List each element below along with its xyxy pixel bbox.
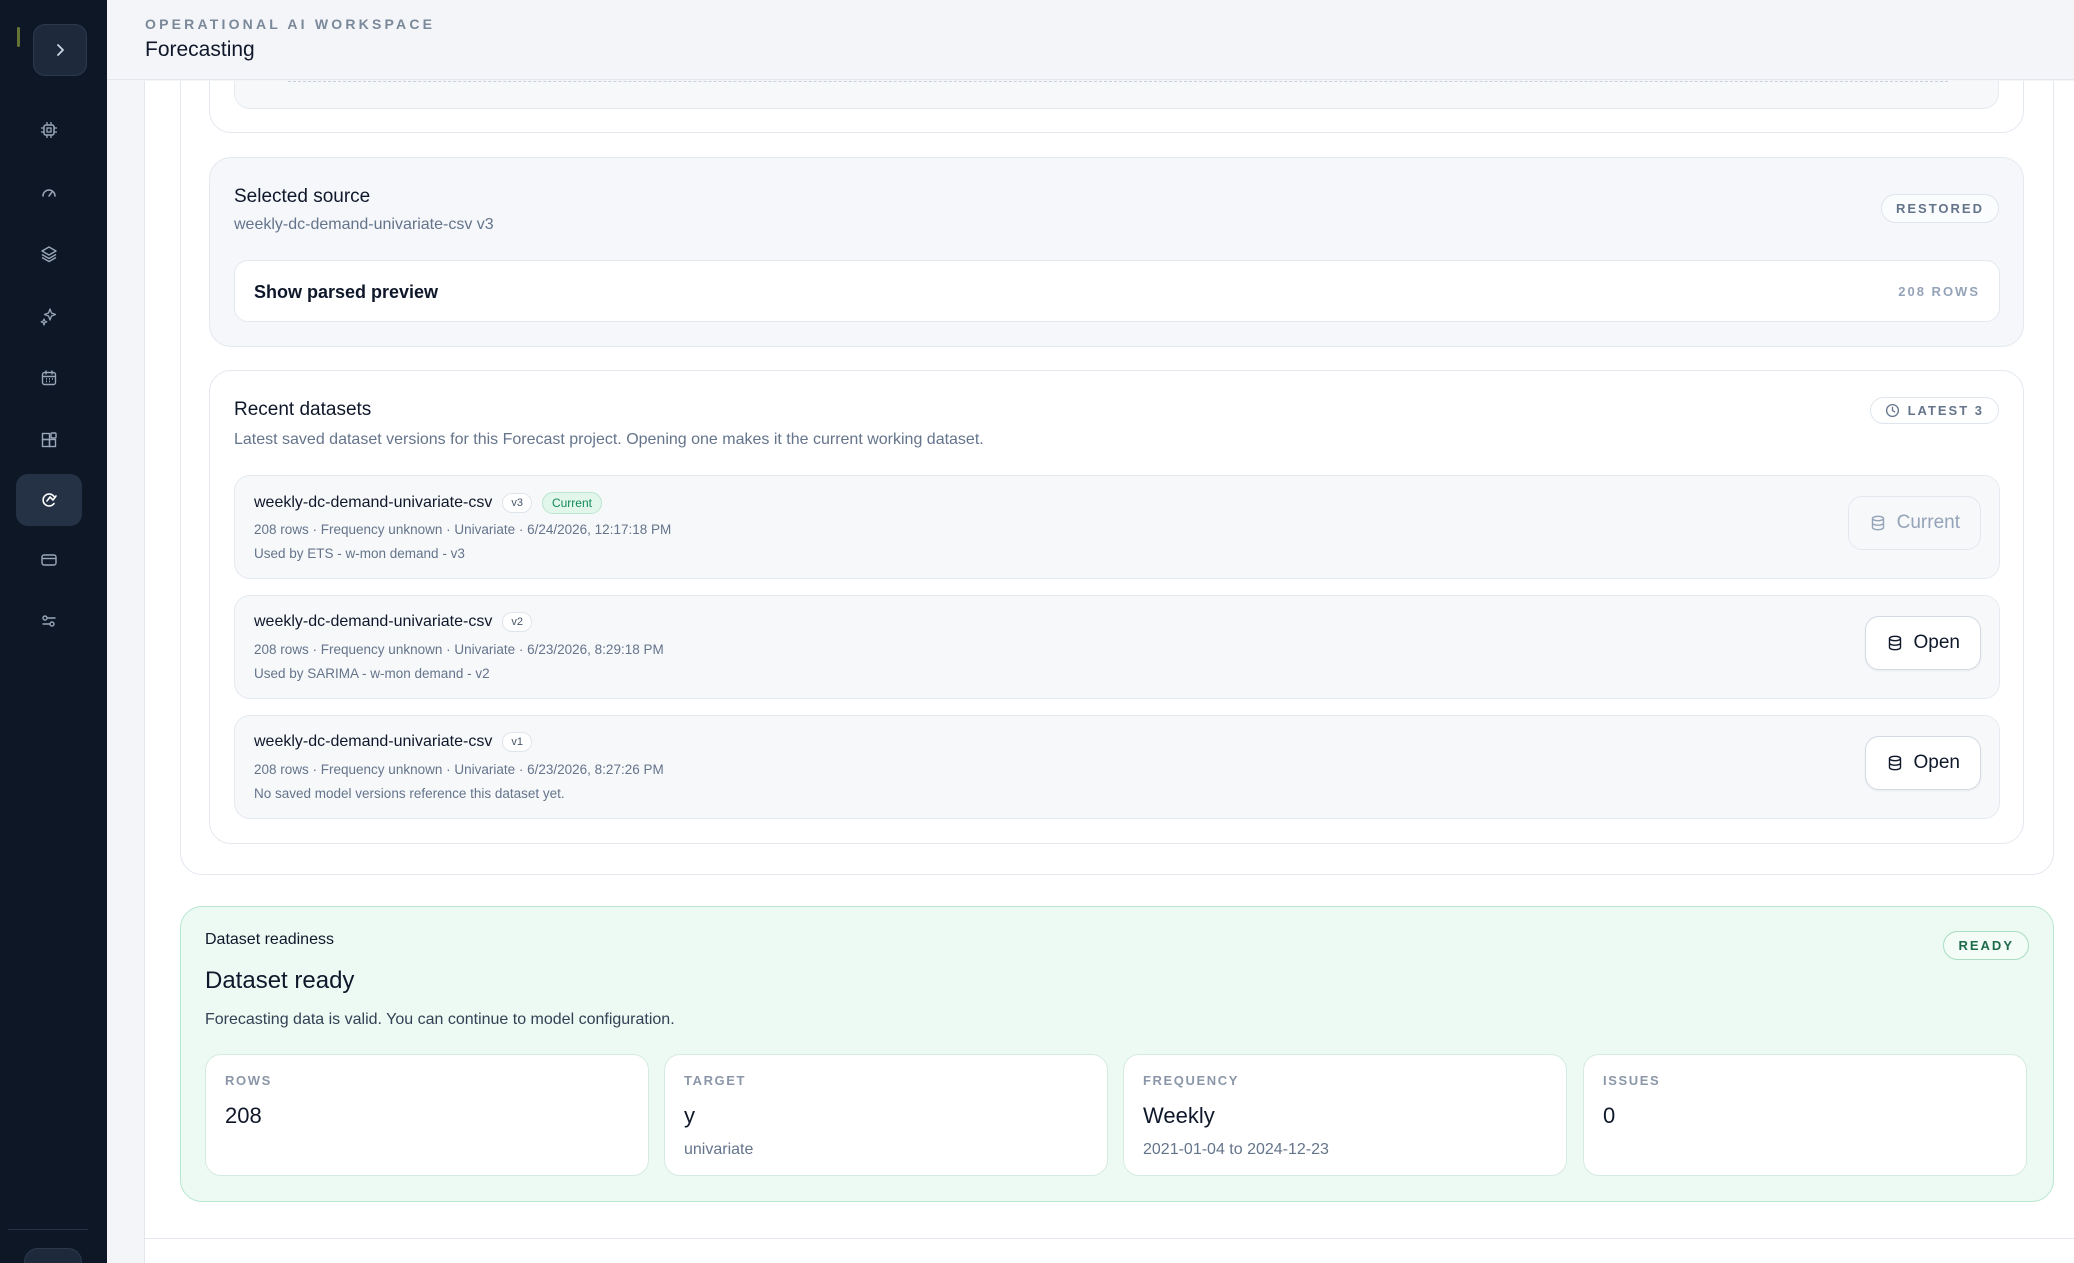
- current-dataset-button: Current: [1847, 496, 1981, 550]
- sidebar-item-settings[interactable]: [16, 595, 82, 647]
- selected-source-title: Selected source: [234, 186, 371, 207]
- page-title: Forecasting: [145, 38, 255, 61]
- dataset-row: weekly-dc-demand-univariate-csv v2 208 r…: [234, 595, 2000, 699]
- stat-label: ISSUES: [1603, 1073, 1661, 1088]
- sidebar-item-billing[interactable]: [16, 534, 82, 586]
- current-dataset-button-label: Current: [1896, 512, 1960, 533]
- dataset-usage: Used by SARIMA - w-mon demand - v2: [254, 666, 490, 681]
- latest-badge-label: LATEST 3: [1907, 403, 1984, 418]
- stat-value: Weekly: [1143, 1103, 1215, 1128]
- clock-icon: [1885, 403, 1899, 418]
- ready-status-badge: READY: [1943, 931, 2029, 960]
- stat-card-target: TARGET y univariate: [664, 1054, 1108, 1176]
- dataset-meta: 208 rows · Frequency unknown · Univariat…: [254, 642, 664, 657]
- open-dataset-button-label: Open: [1913, 752, 1960, 773]
- open-dataset-button[interactable]: Open: [1864, 736, 1981, 790]
- dataset-readiness-card: Dataset readiness Dataset ready Forecast…: [180, 906, 2054, 1202]
- version-badge: v3: [502, 493, 532, 513]
- dataset-name-line: weekly-dc-demand-univariate-csv v1: [254, 732, 532, 752]
- dataset-name-line: weekly-dc-demand-univariate-csv v3 Curre…: [254, 492, 602, 514]
- section-divider: [145, 1238, 2074, 1239]
- sidebar-item-models[interactable]: [16, 104, 82, 156]
- gauge-icon: [42, 189, 56, 197]
- stat-sub: univariate: [684, 1141, 754, 1158]
- database-icon: [1888, 755, 1901, 771]
- sidebar-toggle-button[interactable]: [33, 24, 87, 76]
- user-avatar[interactable]: [24, 1248, 82, 1263]
- stat-value: 208: [225, 1103, 262, 1128]
- upload-dropzone[interactable]: [234, 81, 1999, 109]
- dropzone-divider: [288, 81, 1948, 82]
- sidebar-divider: [8, 1229, 88, 1230]
- recent-datasets-description: Latest saved dataset versions for this F…: [234, 431, 984, 448]
- dataset-name: weekly-dc-demand-univariate-csv: [254, 613, 493, 630]
- database-icon: [1871, 515, 1884, 531]
- stat-sub: 2021-01-04 to 2024-12-23: [1143, 1141, 1329, 1158]
- dataset-row: weekly-dc-demand-univariate-csv v3 Curre…: [234, 475, 2000, 579]
- workspace-eyebrow: OPERATIONAL AI WORKSPACE: [145, 16, 436, 32]
- readiness-eyebrow: Dataset readiness: [205, 931, 334, 948]
- stat-value: y: [684, 1103, 695, 1128]
- recent-datasets-card: Recent datasets Latest saved dataset ver…: [209, 370, 2024, 844]
- sidebar-item-schedule[interactable]: [16, 352, 82, 404]
- sidebar-accent: [17, 27, 20, 47]
- sidebar-item-insights[interactable]: [16, 290, 82, 342]
- dataset-meta: 208 rows · Frequency unknown · Univariat…: [254, 522, 672, 537]
- stat-label: ROWS: [225, 1073, 272, 1088]
- sidebar-item-integrations[interactable]: [16, 414, 82, 466]
- parsed-preview-label: Show parsed preview: [254, 282, 439, 302]
- database-icon: [1888, 635, 1901, 651]
- latest-badge: LATEST 3: [1869, 397, 1999, 424]
- dataset-meta: 208 rows · Frequency unknown · Univariat…: [254, 762, 664, 777]
- stat-value: 0: [1603, 1103, 1616, 1128]
- dataset-usage: No saved model versions reference this d…: [254, 786, 565, 801]
- stat-label: FREQUENCY: [1143, 1073, 1240, 1088]
- stat-card-issues: ISSUES 0: [1583, 1054, 2027, 1176]
- chip-icon: [41, 122, 57, 138]
- sidebar-item-data[interactable]: [16, 228, 82, 280]
- main-content[interactable]: Selected source weekly-dc-demand-univari…: [107, 81, 2074, 1263]
- recent-datasets-title: Recent datasets: [234, 399, 372, 420]
- sparkles-icon: [40, 308, 57, 326]
- top-header: OPERATIONAL AI WORKSPACE Forecasting: [107, 0, 2074, 80]
- readiness-title: Dataset ready: [205, 967, 355, 994]
- open-dataset-button-label: Open: [1913, 632, 1960, 653]
- open-dataset-button[interactable]: Open: [1864, 616, 1981, 670]
- stat-card-rows: ROWS 208: [205, 1054, 649, 1176]
- dataset-name: weekly-dc-demand-univariate-csv: [254, 494, 493, 511]
- preview-row-count: 208 ROWS: [1898, 284, 1980, 299]
- version-badge: v1: [502, 732, 532, 752]
- dataset-usage: Used by ETS - w-mon demand - v3: [254, 546, 465, 561]
- content-gutter: [107, 81, 145, 1263]
- dataset-name-line: weekly-dc-demand-univariate-csv v2: [254, 612, 532, 632]
- blocks-icon: [41, 432, 57, 448]
- sidebar: [0, 0, 107, 1263]
- sidebar-item-forecasting[interactable]: [16, 474, 82, 526]
- sliders-icon: [42, 615, 56, 627]
- card-icon: [41, 554, 57, 566]
- parsed-preview-toggle[interactable]: Show parsed preview 208 ROWS: [234, 260, 2000, 322]
- calendar-icon: [41, 370, 57, 386]
- layers-icon: [41, 246, 57, 263]
- sidebar-item-dashboard[interactable]: [16, 166, 82, 218]
- dataset-name: weekly-dc-demand-univariate-csv: [254, 733, 493, 750]
- dataset-row: weekly-dc-demand-univariate-csv v1 208 r…: [234, 715, 2000, 819]
- current-badge: Current: [541, 492, 602, 514]
- chevron-right-icon: [57, 44, 64, 56]
- stat-card-frequency: FREQUENCY Weekly 2021-01-04 to 2024-12-2…: [1123, 1054, 1567, 1176]
- readiness-description: Forecasting data is valid. You can conti…: [205, 1011, 675, 1028]
- restored-badge: RESTORED: [1881, 194, 1999, 223]
- version-badge: v2: [502, 612, 532, 632]
- selected-source-card: Selected source weekly-dc-demand-univari…: [209, 157, 2024, 347]
- selected-source-name: weekly-dc-demand-univariate-csv v3: [234, 216, 494, 233]
- stat-label: TARGET: [684, 1073, 747, 1088]
- forecast-icon: [42, 493, 57, 507]
